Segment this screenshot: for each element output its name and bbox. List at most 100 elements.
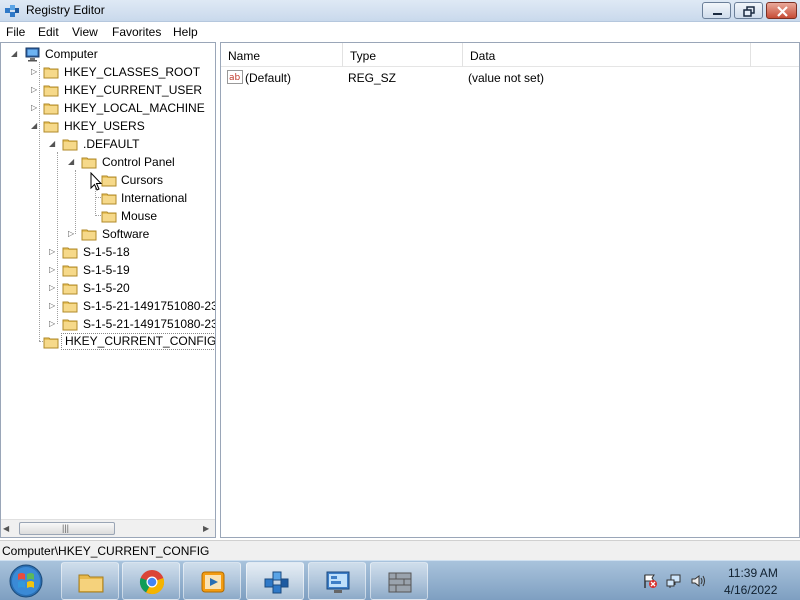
taskbar-explorer-button[interactable]	[61, 562, 119, 600]
tree-node-hkcr[interactable]: ▷ HKEY_CLASSES_ROOT	[1, 63, 215, 81]
value-data: (value not set)	[468, 71, 545, 85]
tree-node-hku[interactable]: ◢ HKEY_USERS	[1, 117, 215, 135]
menu-help[interactable]: Help	[173, 25, 198, 39]
svg-text:ab: ab	[229, 73, 241, 83]
tree-node-cursors[interactable]: Cursors	[1, 171, 215, 189]
menu-file[interactable]: File	[6, 25, 25, 39]
tree-label: S-1-5-19	[83, 263, 130, 277]
folder-icon	[43, 334, 59, 350]
title-bar[interactable]: Registry Editor	[0, 0, 800, 22]
windows-logo-icon	[9, 564, 43, 598]
column-header-name[interactable]: Name	[221, 43, 343, 67]
close-icon	[777, 6, 788, 17]
taskbar-control-panel-button[interactable]	[308, 562, 366, 600]
tree-node-hkcu[interactable]: ▷ HKEY_CURRENT_USER	[1, 81, 215, 99]
tree-node-computer[interactable]: ◢ Computer	[1, 45, 215, 63]
tree-label: S-1-5-20	[83, 281, 130, 295]
tree-node-hkcc[interactable]: HKEY_CURRENT_CONFIG	[1, 333, 215, 351]
menu-favorites[interactable]: Favorites	[112, 25, 161, 39]
tree-node-mouse[interactable]: Mouse	[1, 207, 215, 225]
tree-node-default[interactable]: ◢ .DEFAULT	[1, 135, 215, 153]
menu-edit[interactable]: Edit	[38, 25, 59, 39]
system-tray: 11:39 AM 4/16/2022	[638, 561, 800, 600]
tree-label: S-1-5-18	[83, 245, 130, 259]
expand-arrow-icon[interactable]: ▷	[49, 247, 57, 257]
expand-arrow-icon[interactable]: ▷	[68, 229, 76, 239]
key-tree-pane[interactable]: ◢ Computer ▷ HKEY_CLASSES_ROOT ▷ HKEY_CU…	[0, 42, 216, 538]
media-player-icon	[201, 571, 225, 593]
tree-label: Control Panel	[102, 155, 175, 169]
tree-node-hklm[interactable]: ▷ HKEY_LOCAL_MACHINE	[1, 99, 215, 117]
grip-icon: |||	[62, 523, 70, 533]
expand-arrow-icon[interactable]: ▷	[49, 319, 57, 329]
expand-arrow-icon[interactable]: ▷	[31, 85, 39, 95]
folder-icon	[62, 262, 78, 278]
tree-label: HKEY_CURRENT_USER	[64, 83, 203, 97]
folder-icon	[43, 100, 59, 116]
column-header-type[interactable]: Type	[343, 43, 463, 67]
taskbar-firewall-button[interactable]	[370, 562, 428, 600]
action-center-flag-icon[interactable]	[642, 573, 658, 589]
registry-editor-icon	[4, 3, 20, 19]
folder-icon	[62, 298, 78, 314]
folder-icon	[81, 226, 97, 242]
network-icon[interactable]	[666, 573, 682, 589]
status-bar: Computer\HKEY_CURRENT_CONFIG	[0, 540, 800, 560]
restore-icon	[743, 6, 755, 17]
close-button[interactable]	[766, 2, 797, 19]
value-type: REG_SZ	[348, 71, 397, 85]
folder-icon	[62, 280, 78, 296]
volume-icon[interactable]	[690, 573, 706, 589]
start-button[interactable]	[6, 562, 46, 600]
collapse-arrow-icon[interactable]: ◢	[11, 49, 19, 59]
restore-button[interactable]	[734, 2, 763, 19]
expand-arrow-icon[interactable]: ▷	[49, 301, 57, 311]
tree-node-control-panel[interactable]: ◢ Control Panel	[1, 153, 215, 171]
column-header-data[interactable]: Data	[463, 43, 751, 67]
taskbar-media-player-button[interactable]	[183, 562, 241, 600]
minimize-icon	[713, 13, 722, 15]
tree-node-sid[interactable]: ▷ S-1-5-20	[1, 279, 215, 297]
tree-label: S-1-5-21-1491751080-236	[83, 317, 216, 331]
minimize-button[interactable]	[702, 2, 731, 19]
expand-arrow-icon[interactable]: ▷	[49, 265, 57, 275]
horizontal-scrollbar[interactable]: ◀ ||| ▶	[1, 519, 215, 537]
tree-label: Software	[102, 227, 150, 241]
tree-node-sid[interactable]: ▷ S-1-5-19	[1, 261, 215, 279]
collapse-arrow-icon[interactable]: ◢	[68, 157, 76, 167]
chrome-icon	[139, 570, 165, 595]
taskbar: 11:39 AM 4/16/2022	[0, 560, 800, 600]
mouse-cursor-icon	[90, 172, 103, 191]
tree-node-international[interactable]: International	[1, 189, 215, 207]
values-list-pane[interactable]: Name Type Data ab (Default) REG_SZ (valu…	[220, 42, 800, 538]
clock-time[interactable]: 11:39 AM	[728, 566, 778, 580]
scroll-right-icon[interactable]: ▶	[203, 524, 213, 534]
collapse-arrow-icon[interactable]: ◢	[31, 121, 39, 131]
folder-icon	[43, 82, 59, 98]
control-panel-icon	[326, 571, 350, 593]
expand-arrow-icon[interactable]: ▷	[31, 67, 39, 77]
tree-label-selected: HKEY_CURRENT_CONFIG	[61, 333, 215, 350]
folder-icon	[62, 316, 78, 332]
expand-arrow-icon[interactable]: ▷	[31, 103, 39, 113]
tree-node-sid[interactable]: ▷ S-1-5-21-1491751080-236	[1, 297, 215, 315]
tree-node-sid[interactable]: ▷ S-1-5-18	[1, 243, 215, 261]
scroll-left-icon[interactable]: ◀	[3, 524, 13, 534]
firewall-icon	[388, 572, 412, 593]
folder-icon	[62, 136, 78, 152]
tree-label: Mouse	[121, 209, 158, 223]
taskbar-chrome-button[interactable]	[122, 562, 180, 600]
tree-node-sid[interactable]: ▷ S-1-5-21-1491751080-236	[1, 315, 215, 333]
folder-icon	[43, 64, 59, 80]
clock-date[interactable]: 4/16/2022	[724, 583, 777, 597]
taskbar-regedit-button[interactable]	[246, 562, 304, 600]
value-name: (Default)	[245, 71, 292, 85]
scrollbar-thumb[interactable]: |||	[19, 522, 115, 535]
computer-icon	[25, 46, 41, 62]
tree-node-software[interactable]: ▷ Software	[1, 225, 215, 243]
string-value-icon: ab	[227, 70, 243, 84]
expand-arrow-icon[interactable]: ▷	[49, 283, 57, 293]
collapse-arrow-icon[interactable]: ◢	[49, 139, 57, 149]
menu-view[interactable]: View	[72, 25, 98, 39]
tree-label: .DEFAULT	[83, 137, 140, 151]
